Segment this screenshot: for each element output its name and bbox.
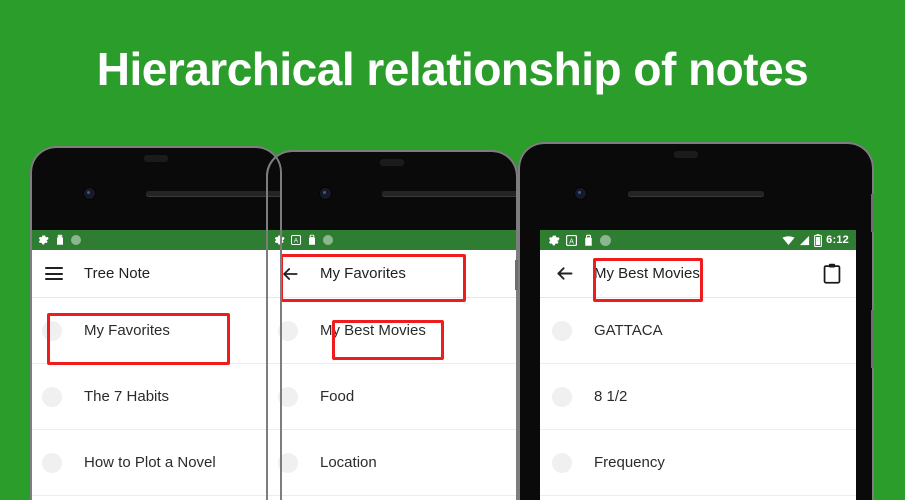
- note-bullet-icon: [42, 320, 62, 341]
- note-bullet-icon: [278, 386, 298, 407]
- power-button[interactable]: [515, 260, 518, 290]
- bag-icon: [307, 234, 317, 246]
- power-button[interactable]: [871, 194, 874, 232]
- wifi-icon: [782, 235, 795, 246]
- list-item[interactable]: The 7 Habits: [30, 364, 282, 430]
- list-item-label: Food: [320, 388, 355, 405]
- list-item[interactable]: Location: [266, 430, 518, 496]
- app-bar-title-2: My Favorites: [320, 265, 406, 282]
- back-arrow-icon[interactable]: [552, 262, 576, 286]
- list-item[interactable]: My Favorites: [30, 298, 282, 364]
- gear-icon: [273, 234, 285, 246]
- svg-text:A: A: [569, 238, 574, 245]
- front-camera-icon: [320, 188, 331, 199]
- signal-icon: [799, 235, 810, 246]
- circle-icon: [71, 235, 81, 245]
- sensor-notch-icon: [674, 151, 698, 158]
- gear-icon: [37, 234, 49, 246]
- status-bar-1: [30, 230, 282, 250]
- volume-button[interactable]: [871, 310, 874, 368]
- app-bar-1: Tree Note: [30, 250, 282, 298]
- app-bar-title-1: Tree Note: [84, 265, 151, 282]
- phone-mockup-3: A 6:12 My Best Movies GATTACA 8 1/2 Freq…: [518, 142, 874, 500]
- list-item-label: Location: [320, 454, 377, 471]
- phone-mockup-2: A My Favorites My Best Movies Food Locat…: [266, 150, 518, 500]
- note-bullet-icon: [552, 452, 572, 473]
- note-list-3: GATTACA 8 1/2 Frequency: [540, 298, 856, 496]
- clipboard-icon[interactable]: [820, 262, 844, 286]
- phone-screen-3: A 6:12 My Best Movies GATTACA 8 1/2 Freq…: [540, 230, 856, 500]
- note-list-1: My Favorites The 7 Habits How to Plot a …: [30, 298, 282, 496]
- list-item-label: The 7 Habits: [84, 388, 170, 405]
- back-arrow-icon[interactable]: [278, 262, 302, 286]
- a-box-icon: A: [566, 234, 577, 246]
- gear-icon: [547, 234, 560, 247]
- note-bullet-icon: [42, 452, 62, 473]
- earpiece-speaker-icon: [628, 191, 764, 196]
- status-bar-2: A: [266, 230, 518, 250]
- list-item-label: GATTACA: [594, 322, 663, 339]
- note-bullet-icon: [552, 386, 572, 407]
- list-item-label: 8 1/2: [594, 388, 628, 405]
- sensor-notch-icon: [144, 155, 168, 162]
- phone-screen-2: A My Favorites My Best Movies Food Locat…: [266, 230, 518, 500]
- app-bar-3: My Best Movies: [540, 250, 856, 298]
- circle-icon: [600, 234, 611, 246]
- earpiece-speaker-icon: [146, 191, 282, 196]
- list-item[interactable]: Frequency: [540, 430, 856, 496]
- sensor-notch-icon: [380, 159, 404, 166]
- bag-icon: [583, 234, 594, 247]
- list-item[interactable]: My Best Movies: [266, 298, 518, 364]
- list-item-label: My Best Movies: [320, 322, 426, 339]
- phone-screen-1: Tree Note My Favorites The 7 Habits How …: [30, 230, 282, 500]
- list-item[interactable]: How to Plot a Novel: [30, 430, 282, 496]
- bag-icon: [55, 234, 65, 246]
- front-camera-icon: [84, 188, 95, 199]
- battery-icon: [814, 233, 823, 247]
- status-bar-3: A 6:12: [540, 230, 856, 250]
- status-clock: 6:12: [826, 234, 849, 246]
- a-box-icon: A: [291, 235, 301, 245]
- note-bullet-icon: [552, 320, 572, 341]
- list-item[interactable]: Food: [266, 364, 518, 430]
- list-item[interactable]: GATTACA: [540, 298, 856, 364]
- svg-text:A: A: [294, 238, 299, 245]
- circle-icon: [323, 235, 333, 245]
- note-bullet-icon: [42, 386, 62, 407]
- note-list-2: My Best Movies Food Location: [266, 298, 518, 496]
- note-bullet-icon: [278, 320, 298, 341]
- status-bar-right-3: 6:12: [782, 233, 849, 247]
- list-item-label: Frequency: [594, 454, 665, 471]
- phone-mockup-1: Tree Note My Favorites The 7 Habits How …: [30, 146, 282, 500]
- app-bar-2: My Favorites: [266, 250, 518, 298]
- list-item-label: My Favorites: [84, 322, 170, 339]
- list-item-label: How to Plot a Novel: [84, 454, 216, 471]
- front-camera-icon: [575, 188, 586, 199]
- page-title: Hierarchical relationship of notes: [96, 43, 809, 95]
- note-bullet-icon: [278, 452, 298, 473]
- hamburger-icon[interactable]: [42, 262, 66, 286]
- app-bar-title-3: My Best Movies: [594, 265, 700, 282]
- list-item[interactable]: 8 1/2: [540, 364, 856, 430]
- earpiece-speaker-icon: [382, 191, 518, 196]
